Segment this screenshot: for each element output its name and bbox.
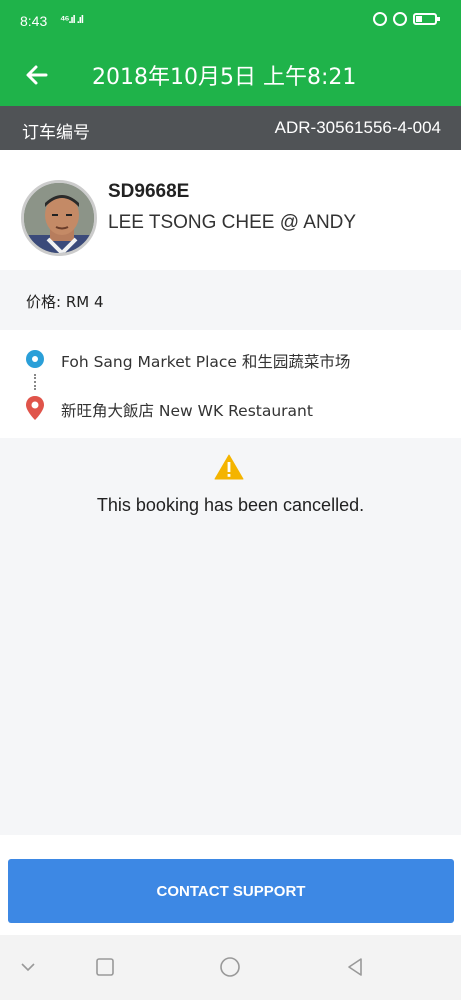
home-icon[interactable] bbox=[218, 955, 242, 979]
route-connector bbox=[34, 374, 36, 390]
chevron-down-icon[interactable] bbox=[16, 955, 40, 979]
signal-icon: ⁴⁶.ıl .ıl bbox=[60, 14, 84, 26]
page-title: 2018年10月5日 上午8:21 bbox=[92, 65, 357, 90]
system-nav-bar bbox=[0, 935, 461, 1000]
price-label: 价格: RM 4 bbox=[26, 293, 104, 311]
price-row: 价格: RM 4 bbox=[0, 270, 461, 330]
pickup-address: Foh Sang Market Place 和生园蔬菜市场 bbox=[61, 353, 351, 371]
vehicle-plate: SD9668E bbox=[108, 181, 190, 202]
route-card: Foh Sang Market Place 和生园蔬菜市场 新旺角大飯店 New… bbox=[0, 330, 461, 438]
booking-reference-bar: 订车编号 ADR-30561556-4-004 bbox=[0, 106, 461, 150]
status-bar: 8:43 ⁴⁶.ıl .ıl bbox=[0, 0, 461, 44]
contact-support-button[interactable]: CONTACT SUPPORT bbox=[8, 859, 454, 923]
status-time: 8:43 bbox=[20, 13, 48, 29]
back-nav-icon[interactable] bbox=[343, 955, 367, 979]
support-section: CONTACT SUPPORT bbox=[0, 835, 461, 935]
driver-avatar bbox=[21, 180, 97, 256]
booking-status-area: This booking has been cancelled. bbox=[0, 438, 461, 835]
booking-reference-label: 订车编号 bbox=[22, 123, 90, 143]
alarm-icon bbox=[393, 12, 407, 26]
app-bar: 2018年10月5日 上午8:21 bbox=[0, 44, 461, 106]
battery-icon bbox=[413, 13, 440, 25]
arrow-left-icon bbox=[26, 65, 48, 85]
status-icons bbox=[373, 12, 440, 26]
booking-reference-value: ADR-30561556-4-004 bbox=[274, 118, 441, 137]
back-button[interactable] bbox=[20, 58, 54, 92]
pickup-location-icon bbox=[26, 350, 44, 368]
warning-icon bbox=[214, 454, 244, 480]
recent-apps-icon[interactable] bbox=[93, 955, 117, 979]
driver-name: LEE TSONG CHEE @ ANDY bbox=[108, 212, 357, 233]
dropoff-address: 新旺角大飯店 New WK Restaurant bbox=[61, 402, 313, 420]
map-pin-icon bbox=[26, 396, 44, 420]
vibrate-icon bbox=[373, 12, 387, 26]
cancellation-message: This booking has been cancelled. bbox=[96, 495, 365, 515]
driver-card: SD9668E LEE TSONG CHEE @ ANDY bbox=[0, 150, 461, 270]
